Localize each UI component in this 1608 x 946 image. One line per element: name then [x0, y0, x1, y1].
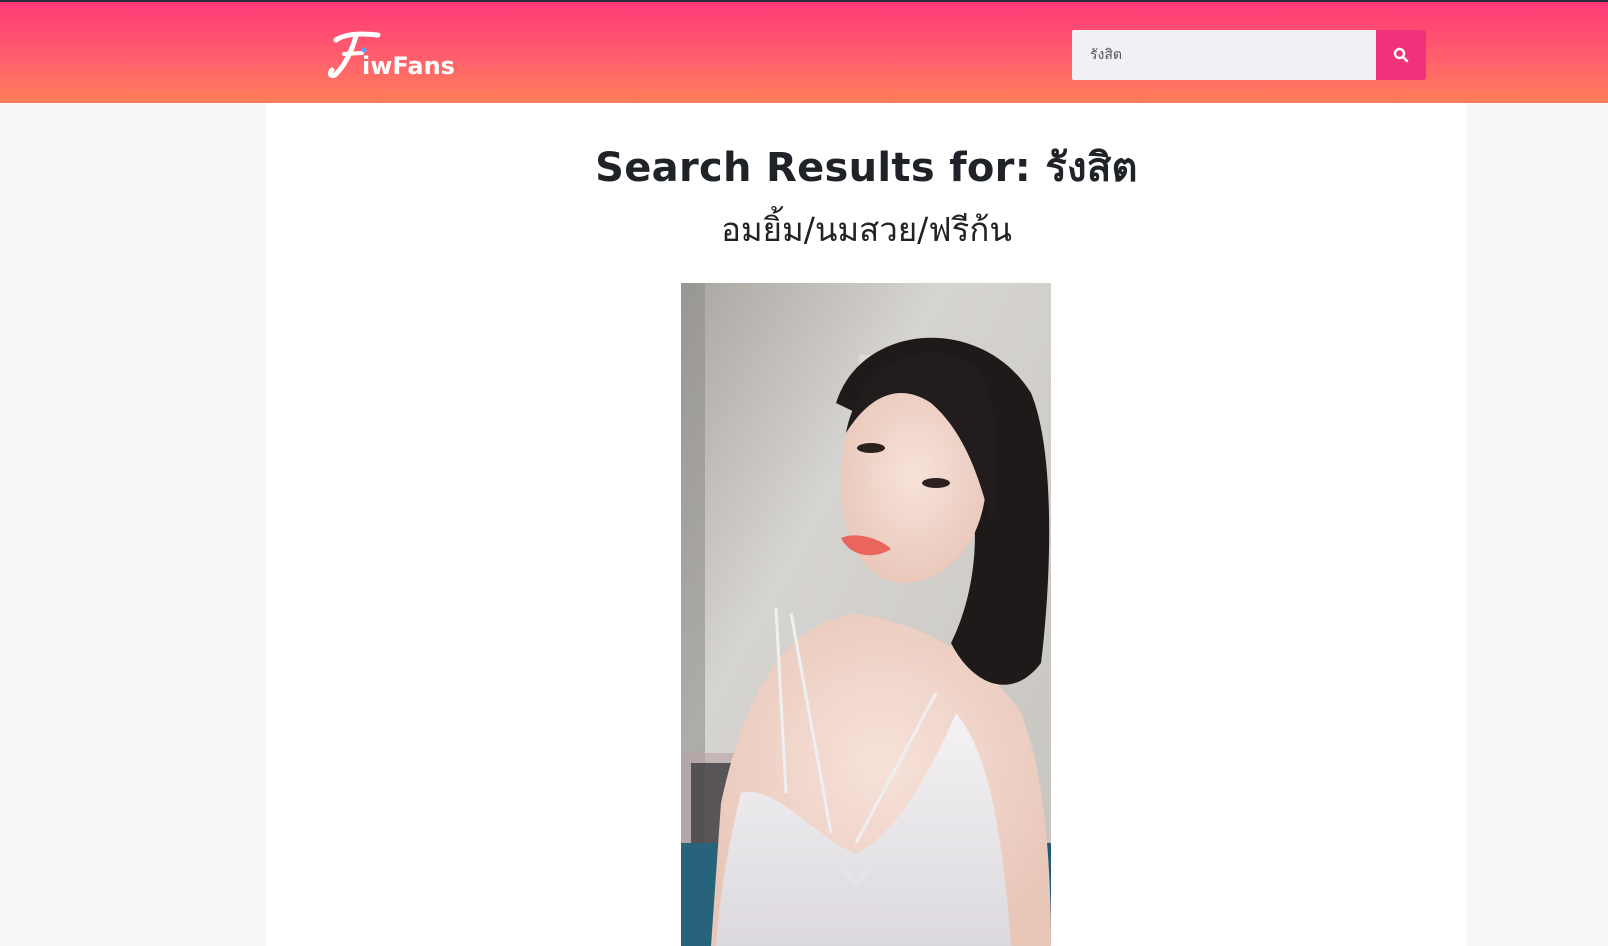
site-logo[interactable]: iwFans	[326, 26, 456, 82]
main-content: Search Results for: รังสิต อมยิ้ม/นมสวย/…	[266, 103, 1467, 946]
search-form	[1072, 30, 1426, 80]
profile-photo-image	[681, 283, 1051, 946]
fiwfans-logo-icon: iwFans	[327, 31, 455, 80]
result-title-text: อมยิ้ม/นมสวย/ฟรีก้น	[721, 210, 1012, 249]
page-title: Search Results for: รังสิต	[595, 145, 1138, 191]
search-icon	[1393, 47, 1409, 63]
result-thumbnail[interactable]	[681, 283, 1051, 946]
site-header: iwFans	[0, 2, 1608, 103]
svg-text:iwFans: iwFans	[362, 52, 455, 80]
search-input[interactable]	[1072, 30, 1376, 80]
result-title[interactable]: อมยิ้ม/นมสวย/ฟรีก้น	[266, 203, 1467, 256]
search-button[interactable]	[1376, 30, 1426, 80]
